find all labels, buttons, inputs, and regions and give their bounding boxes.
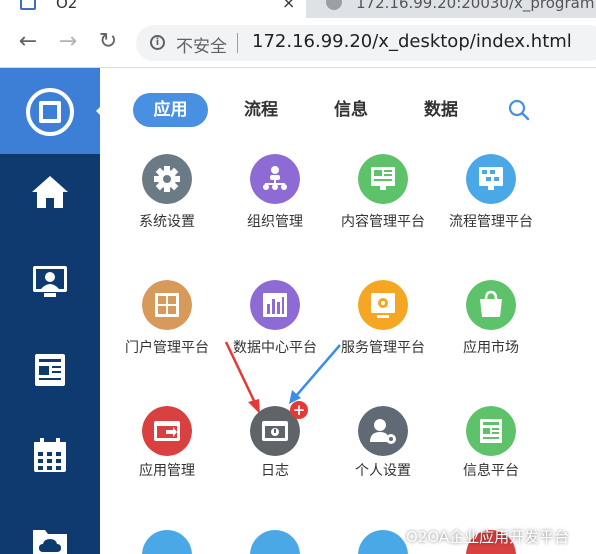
app-data-center[interactable]: 数据中心平台 xyxy=(221,280,329,380)
add-badge[interactable]: + xyxy=(290,401,308,419)
browser-tab-strip: O2 × 172.16.99.20:20030/x_program xyxy=(0,0,596,18)
reload-button[interactable]: ↻ xyxy=(94,28,122,56)
app-label: 系统设置 xyxy=(139,214,195,230)
org-chart-icon xyxy=(250,154,300,204)
info-icon[interactable]: i xyxy=(150,35,165,50)
app-portal-management[interactable]: 门户管理平台 xyxy=(113,280,221,380)
app-label: 服务管理平台 xyxy=(341,340,425,356)
url-text[interactable]: 172.16.99.20/x_desktop/index.html xyxy=(252,31,572,52)
tab-data[interactable]: 数据 xyxy=(406,93,476,127)
calendar-icon[interactable] xyxy=(30,436,70,476)
globe-icon xyxy=(326,0,342,10)
monitor-user-icon[interactable] xyxy=(30,262,70,302)
shopping-bag-icon xyxy=(466,280,516,330)
tab-process[interactable]: 流程 xyxy=(226,93,296,127)
forward-button[interactable]: → xyxy=(54,28,82,56)
app-label: 组织管理 xyxy=(247,214,303,230)
watermark-text: O2OA企业应用开发平台 xyxy=(406,528,570,546)
back-button[interactable]: ← xyxy=(14,28,42,56)
gear-icon xyxy=(142,154,192,204)
app-info-platform[interactable]: 信息平台 xyxy=(437,406,545,486)
tab-apps[interactable]: 应用 xyxy=(133,93,208,127)
app-personal-settings[interactable]: 个人设置 xyxy=(329,406,437,486)
logo-icon xyxy=(26,88,74,136)
o2-favicon-icon xyxy=(20,0,36,10)
logo-button[interactable] xyxy=(0,68,103,154)
security-label: 不安全 xyxy=(176,37,227,57)
user-gear-icon xyxy=(358,406,408,456)
app-label: 信息平台 xyxy=(463,463,519,479)
search-icon[interactable] xyxy=(508,99,530,121)
app-partial-1[interactable] xyxy=(142,530,192,554)
portal-grid-icon xyxy=(142,280,192,330)
app-service-management[interactable]: 服务管理平台 xyxy=(329,280,437,380)
app-market[interactable]: 应用市场 xyxy=(437,280,545,380)
app-label: 日志 xyxy=(261,463,289,479)
app-content-management[interactable]: 内容管理平台 xyxy=(329,154,437,254)
app-label: 流程管理平台 xyxy=(449,214,533,230)
app-label: 内容管理平台 xyxy=(341,214,425,230)
bar-chart-icon xyxy=(250,280,300,330)
app-menu-panel: 应用 流程 信息 数据 系统设置 组织管理 内容管理平台 流程管理平台 门户管理… xyxy=(100,68,596,554)
browser-tab-inactive[interactable]: 172.16.99.20:20030/x_program xyxy=(314,0,596,18)
document-icon[interactable] xyxy=(30,350,70,390)
app-org-management[interactable]: 组织管理 xyxy=(221,154,329,254)
app-partial-2[interactable] xyxy=(250,530,300,554)
app-window-icon xyxy=(142,406,192,456)
app-label: 应用管理 xyxy=(139,463,195,479)
content-board-icon xyxy=(358,154,408,204)
tab-title-inactive: 172.16.99.20:20030/x_program xyxy=(356,0,595,12)
newspaper-icon xyxy=(466,406,516,456)
app-label: 应用市场 xyxy=(463,340,519,356)
cloud-folder-icon[interactable] xyxy=(30,522,70,554)
process-board-icon xyxy=(466,154,516,204)
home-icon[interactable] xyxy=(30,172,70,212)
browser-toolbar: ← → ↻ i 不安全 172.16.99.20/x_desktop/index… xyxy=(0,18,596,68)
side-navigation xyxy=(0,68,103,554)
tab-close-button[interactable]: × xyxy=(282,0,295,12)
screen: O2 × 172.16.99.20:20030/x_program ← → ↻ … xyxy=(0,0,596,554)
app-partial-3[interactable] xyxy=(358,530,408,554)
service-board-icon xyxy=(358,280,408,330)
tab-info[interactable]: 信息 xyxy=(316,93,386,127)
app-app-management[interactable]: 应用管理 xyxy=(113,406,221,486)
address-bar[interactable]: i 不安全 172.16.99.20/x_desktop/index.html xyxy=(136,25,596,61)
app-label: 数据中心平台 xyxy=(233,340,317,356)
divider xyxy=(237,33,238,53)
browser-tab-active[interactable]: O2 × xyxy=(0,0,306,18)
app-process-management[interactable]: 流程管理平台 xyxy=(437,154,545,254)
app-label: 门户管理平台 xyxy=(125,340,209,356)
app-system-settings[interactable]: 系统设置 xyxy=(113,154,221,254)
tab-title: O2 xyxy=(56,0,78,12)
app-log[interactable]: + 日志 xyxy=(221,401,329,486)
app-label: 个人设置 xyxy=(355,463,411,479)
